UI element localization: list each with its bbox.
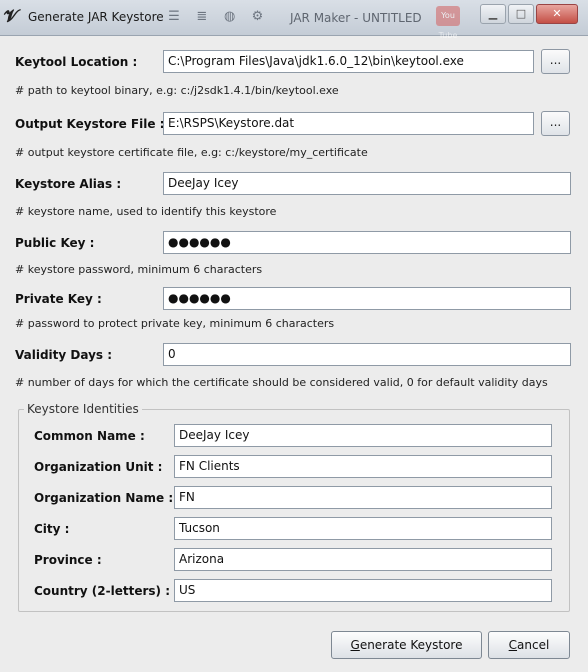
generate-mnemonic: G [350,638,360,652]
keystore-identities-title: Keystore Identities [24,402,142,416]
output-file-label: Output Keystore File : [15,117,165,131]
output-file-input[interactable]: E:\RSPS\Keystore.dat [163,112,534,135]
background-app-title: JAR Maker - UNTITLED [290,11,422,25]
cancel-mnemonic: C [508,638,518,652]
close-icon: ✕ [552,7,562,20]
globe-icon: ◍ [223,9,236,24]
generate-label: enerate Keystore [359,638,463,652]
org-name-label: Organization Name : [34,491,174,505]
maximize-icon: □ [515,7,527,20]
public-key-hint: # keystore password, minimum 6 character… [15,263,263,276]
private-key-hint: # password to protect private key, minim… [15,317,335,330]
close-button[interactable]: ✕ [536,4,578,24]
city-label: City : [34,522,70,536]
gear-icon: ⚙ [251,9,264,24]
alias-label: Keystore Alias : [15,177,122,191]
country-label: Country (2-letters) : [34,584,170,598]
list-icon: ☰ [168,9,180,24]
validity-days-input[interactable]: 0 [163,343,571,366]
window-title: Generate JAR Keystore [28,10,164,24]
minimize-button[interactable]: ▁ [480,4,506,24]
title-bar: 𝓥 Generate JAR Keystore ☰ ≣ ◍ ⚙ JAR Make… [0,0,588,40]
maximize-button[interactable]: □ [508,4,534,24]
alias-hint: # keystore name, used to identify this k… [15,205,277,218]
alias-input[interactable]: DeeJay Icey [163,172,571,195]
keytool-hint: # path to keytool binary, e.g: c:/j2sdk1… [15,84,339,97]
background-toolbar: ☰ ≣ ◍ ⚙ [166,9,273,27]
public-key-label: Public Key : [15,236,95,250]
background-badge: You Tube [436,6,460,40]
keytool-browse-button[interactable]: ... [541,49,570,74]
validity-hint: # number of days for which the certifica… [15,376,548,389]
city-input[interactable]: Tucson [174,517,552,540]
keytool-location-label: Keytool Location : [15,55,138,69]
private-key-label: Private Key : [15,292,102,306]
cancel-label: ancel [517,638,550,652]
common-name-label: Common Name : [34,429,145,443]
public-key-input[interactable]: ●●●●●● [163,231,571,254]
keytool-location-input[interactable]: C:\Program Files\Java\jdk1.6.0_12\bin\ke… [163,50,534,73]
common-name-input[interactable]: DeeJay Icey [174,424,552,447]
province-input[interactable]: Arizona [174,548,552,571]
validity-days-label: Validity Days : [15,348,113,362]
province-label: Province : [34,553,102,567]
generate-keystore-button[interactable]: Generate Keystore [331,631,482,659]
output-hint: # output keystore certificate file, e.g:… [15,146,368,159]
country-input[interactable]: US [174,579,552,602]
app-icon: 𝓥 [4,7,19,27]
org-unit-input[interactable]: FN Clients [174,455,552,478]
private-key-input[interactable]: ●●●●●● [163,287,571,310]
cancel-button[interactable]: Cancel [488,631,570,659]
minimize-icon: ▁ [488,7,498,20]
output-browse-button[interactable]: ... [541,111,570,136]
org-unit-label: Organization Unit : [34,460,163,474]
indent-icon: ≣ [196,9,208,24]
org-name-input[interactable]: FN [174,486,552,509]
